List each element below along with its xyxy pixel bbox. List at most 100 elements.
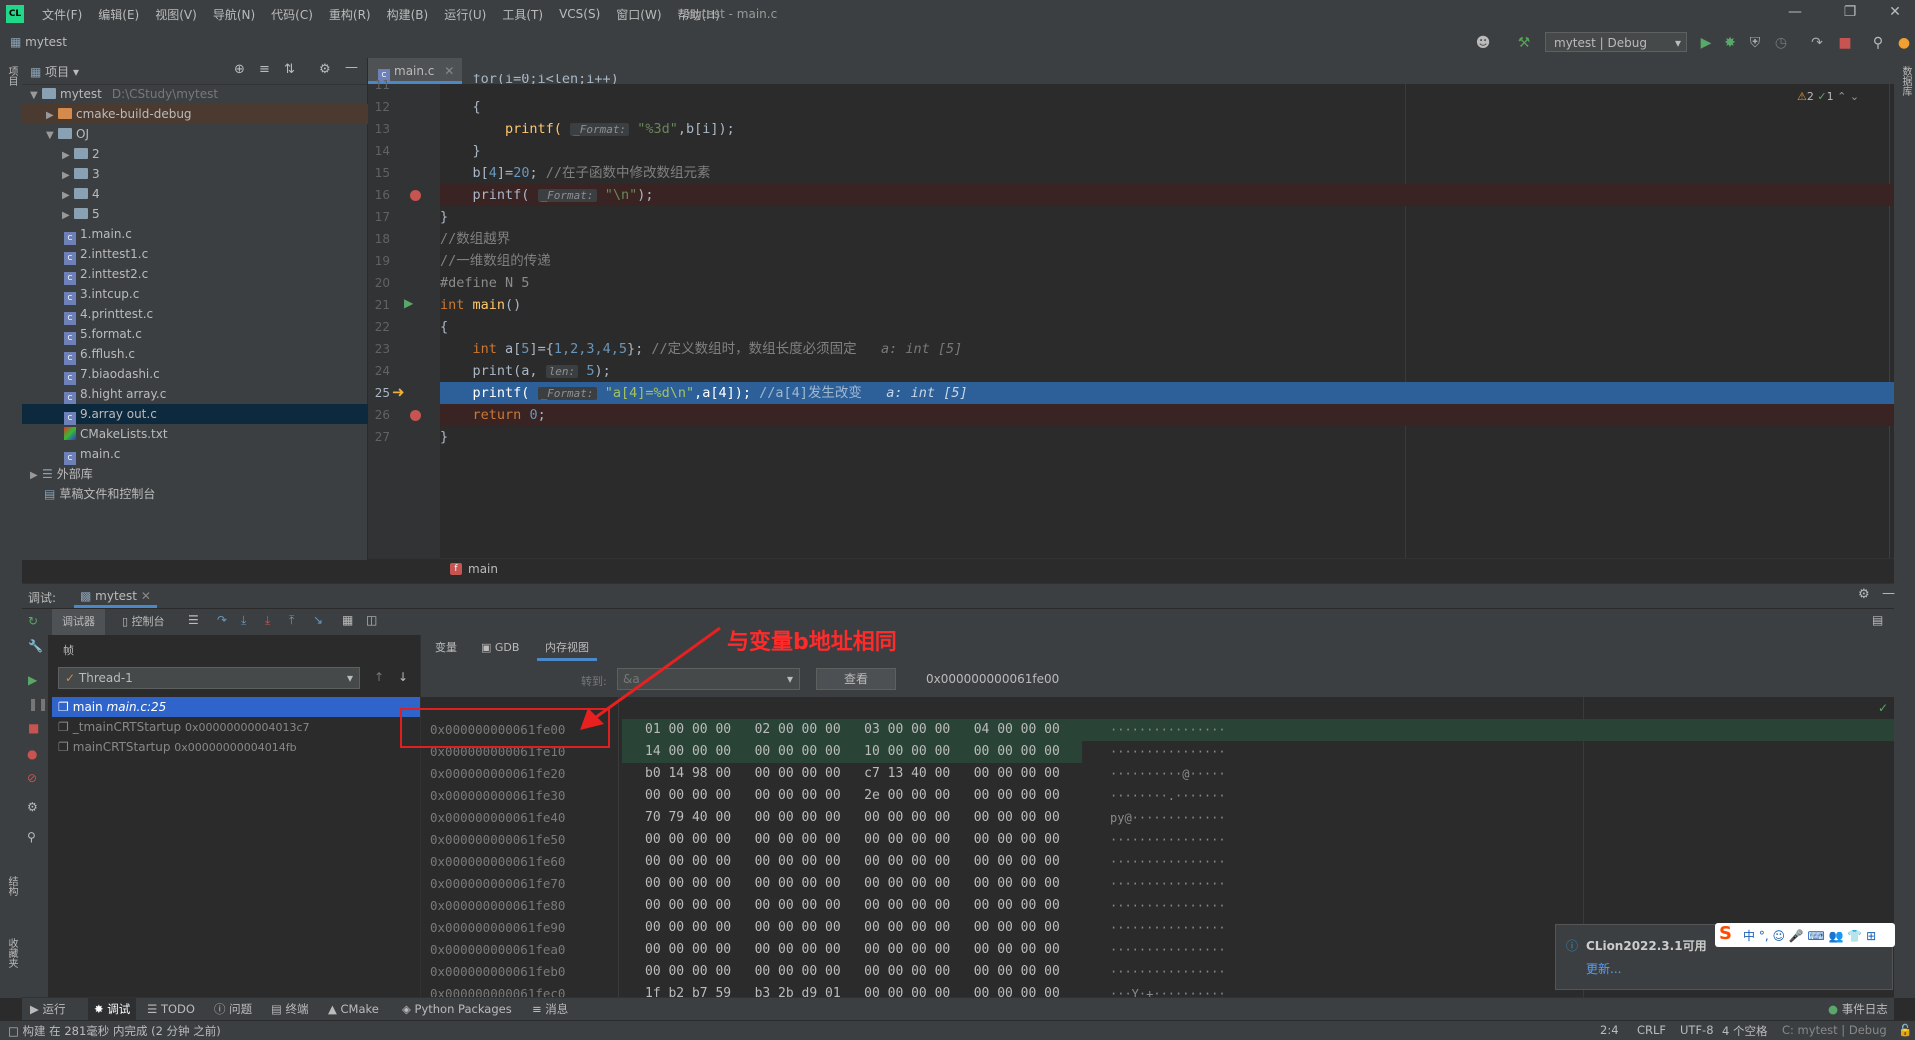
ime-status[interactable]: 中 °, ☺ 🎤 ⌨ 👥 👕 ⊞ — [1743, 927, 1876, 944]
minimize-button[interactable]: — — [1780, 4, 1810, 24]
menu-vcs[interactable]: VCS(S) — [551, 7, 608, 21]
line-separator[interactable]: CRLF — [1637, 1023, 1666, 1037]
tool-tab-event-log[interactable]: ● 事件日志 — [1828, 998, 1888, 1021]
run-icon[interactable]: ▶ — [1697, 34, 1715, 52]
evaluate-icon[interactable]: ▦ — [342, 613, 353, 627]
build-hammer-icon[interactable]: ⚒ — [1515, 34, 1533, 52]
layout-settings-icon[interactable]: ▤ — [1872, 613, 1883, 627]
tree-item-file[interactable]: C 3.intcup.c — [22, 284, 409, 305]
stop-icon[interactable]: ■ — [1836, 34, 1854, 52]
tree-item-file[interactable]: C 6.fflush.c — [22, 344, 409, 365]
stripe-structure[interactable]: 结构 — [4, 876, 19, 896]
tree-item-file[interactable]: C 8.hight array.c — [22, 384, 409, 405]
tab-debugger[interactable]: 调试器 — [52, 609, 105, 635]
update-icon[interactable]: ● — [1895, 34, 1913, 52]
frames-menu-icon[interactable]: ☰ — [188, 613, 199, 627]
attach-icon[interactable]: ↷ — [1808, 34, 1826, 52]
pin-icon[interactable]: ⚲ — [27, 830, 36, 844]
tab-gdb[interactable]: ▣ GDB — [473, 635, 527, 661]
menu-refactor[interactable]: 重构(R) — [321, 6, 379, 23]
tree-item-cmake-build-debug[interactable]: ▶ cmake-build-debug — [22, 104, 391, 124]
gear-icon[interactable]: ⚙ — [1858, 587, 1870, 602]
hide-panel-icon[interactable]: — — [345, 60, 358, 75]
locate-icon[interactable]: ⊕ — [234, 62, 245, 77]
run-to-cursor-icon[interactable]: ↘ — [313, 613, 323, 627]
tool-tab-messages[interactable]: ≡ 消息 — [532, 998, 568, 1021]
tree-item-file-selected[interactable]: C 9.array out.c — [22, 404, 409, 425]
hide-panel-icon[interactable]: — — [1882, 586, 1895, 601]
layout-icon[interactable]: ◫ — [366, 613, 377, 627]
tree-item-folder-5[interactable]: ▶ 5 — [22, 204, 407, 224]
search-icon[interactable]: ⚲ — [1869, 34, 1887, 52]
stripe-favorites[interactable]: 收藏夹 — [4, 938, 19, 968]
menu-file[interactable]: 文件(F) — [34, 6, 90, 23]
nav-project[interactable]: ▦ mytest — [10, 35, 67, 49]
stripe-project[interactable]: 项目 — [4, 66, 19, 86]
tool-tab-debug[interactable]: ✸ 调试 — [88, 998, 137, 1021]
indent-setting[interactable]: 4 个空格 — [1722, 1023, 1767, 1039]
close-icon[interactable]: ✕ — [141, 589, 151, 603]
resolve-context[interactable]: C: mytest | Debug — [1782, 1023, 1887, 1037]
tree-item-folder-3[interactable]: ▶ 3 — [22, 164, 407, 184]
menu-run[interactable]: 运行(U) — [436, 6, 494, 23]
menu-edit[interactable]: 编辑(E) — [90, 6, 147, 23]
collapse-all-icon[interactable]: ⇅ — [284, 62, 295, 77]
project-view-select[interactable]: ▦ 项目 ▾ — [30, 63, 79, 80]
tool-tab-terminal[interactable]: ▤ 终端 — [271, 998, 309, 1021]
tree-item-folder-4[interactable]: ▶ 4 — [22, 184, 407, 204]
menu-window[interactable]: 窗口(W) — [608, 6, 669, 23]
tree-root[interactable]: ▼ mytest D:\CStudy\mytest — [22, 84, 375, 104]
tree-item-folder-2[interactable]: ▶ 2 — [22, 144, 407, 164]
stop-icon[interactable]: ■ — [28, 721, 39, 735]
stripe-database[interactable]: 数据库 — [1898, 66, 1913, 96]
menu-navigate[interactable]: 导航(N) — [205, 6, 263, 23]
frame-item-selected[interactable]: ❐ main main.c:25 — [52, 697, 420, 717]
step-over-icon[interactable]: ↷ — [217, 613, 227, 627]
tree-item-oj[interactable]: ▼ OJ — [22, 124, 391, 144]
resume-icon[interactable]: ▶ — [28, 673, 37, 687]
tool-tab-problems[interactable]: ⓘ 问题 — [214, 998, 252, 1021]
tab-debug-session[interactable]: ▩ mytest ✕ — [74, 584, 157, 608]
view-button[interactable]: 查看 — [816, 668, 896, 690]
tool-tab-todo[interactable]: ☰ TODO — [147, 998, 195, 1021]
tool-tab-run[interactable]: ▶ 运行 — [30, 998, 66, 1021]
tab-console[interactable]: ▯ 控制台 — [122, 609, 165, 635]
tool-tab-python-packages[interactable]: ◈ Python Packages — [402, 998, 512, 1021]
menu-build[interactable]: 构建(B) — [379, 6, 437, 23]
breadcrumb-main[interactable]: main — [468, 562, 498, 576]
breakpoint-icon[interactable] — [410, 190, 421, 201]
tree-item-file[interactable]: Cmain.c — [22, 444, 409, 465]
caret-position[interactable]: 2:4 — [1600, 1023, 1619, 1037]
close-button[interactable]: ✕ — [1880, 4, 1910, 24]
expand-all-icon[interactable]: ≡ — [259, 62, 270, 77]
tree-item-file[interactable]: C 2.inttest1.c — [22, 244, 409, 265]
tree-item-file[interactable]: C 2.inttest2.c — [22, 264, 409, 285]
step-into-icon[interactable]: ⤓ — [241, 613, 246, 628]
thread-select[interactable]: ✓ Thread-1 ▾ — [58, 667, 360, 689]
arrow-up-icon[interactable]: ↑ — [374, 670, 384, 684]
coverage-icon[interactable]: ⛨ — [1746, 34, 1764, 52]
rerun-icon[interactable]: ↻ — [28, 614, 38, 628]
run-gutter-icon[interactable]: ▶ — [404, 296, 413, 310]
tree-item-scratches[interactable]: ▤ 草稿文件和控制台 — [22, 484, 389, 504]
force-step-into-icon[interactable]: ⤓ — [265, 613, 270, 628]
run-configuration-select[interactable]: mytest | Debug ▾ — [1545, 32, 1687, 52]
tree-item-external-libs[interactable]: ▶ ☰ 外部库 — [22, 464, 375, 484]
update-link[interactable]: 更新... — [1586, 960, 1621, 977]
debug-icon[interactable]: ✸ — [1721, 34, 1739, 52]
tree-item-file[interactable]: C 1.main.c — [22, 224, 409, 245]
tree-item-file[interactable]: C 7.biaodashi.c — [22, 364, 409, 385]
menu-code[interactable]: 代码(C) — [263, 6, 321, 23]
file-encoding[interactable]: UTF-8 — [1680, 1023, 1714, 1037]
menu-tools[interactable]: 工具(T) — [494, 6, 551, 23]
tree-item-file[interactable]: C 4.printtest.c — [22, 304, 409, 325]
breakpoint-icon[interactable] — [410, 410, 421, 421]
tab-variables[interactable]: 变量 — [427, 635, 465, 661]
gear-icon[interactable]: ⚙ — [319, 62, 331, 77]
wrench-icon[interactable]: 🔧 — [28, 639, 43, 653]
maximize-button[interactable]: ❐ — [1835, 4, 1865, 24]
view-breakpoints-icon[interactable]: ● — [27, 747, 37, 761]
arrow-down-icon[interactable]: ↓ — [398, 670, 408, 684]
frame-item[interactable]: ❐ mainCRTStartup 0x00000000004014fb — [52, 737, 420, 757]
tool-tab-cmake[interactable]: ▲ CMake — [328, 998, 379, 1021]
